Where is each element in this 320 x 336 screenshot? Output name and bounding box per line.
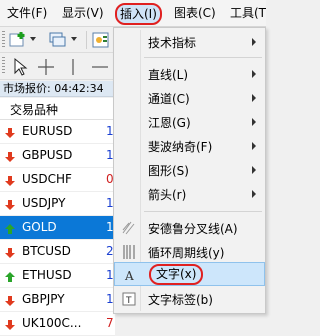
up-arrow-icon xyxy=(5,271,15,282)
menu-item-label: 斐波纳奇(F) xyxy=(148,140,213,154)
market-watch-title: 市场报价: 04:42:34 xyxy=(0,81,115,97)
submenu-arrow-icon xyxy=(252,94,256,102)
toolbar-grip[interactable] xyxy=(2,57,5,75)
submenu-arrow-icon xyxy=(252,70,256,78)
menu-item-indicators[interactable]: 技术指标 xyxy=(114,30,265,54)
market-watch-icon[interactable] xyxy=(92,31,110,49)
profiles-dropdown-icon[interactable] xyxy=(71,36,77,42)
menu-item-label: 文字标签(b) xyxy=(148,293,213,307)
menu-file[interactable]: 文件(F) xyxy=(7,5,47,22)
symbol-name: USDCHF xyxy=(22,172,72,186)
symbol-name: GBPJPY xyxy=(22,292,65,306)
new-chart-icon[interactable] xyxy=(9,31,27,49)
down-arrow-icon xyxy=(5,319,15,330)
menu-item-text-label[interactable]: T 文字标签(b) xyxy=(114,287,265,311)
market-watch-column-header[interactable]: 交易品种 xyxy=(0,98,115,120)
text-label-icon: T xyxy=(122,292,136,306)
menu-item-fibonacci[interactable]: 斐波纳奇(F) xyxy=(114,134,265,158)
submenu-arrow-icon xyxy=(252,118,256,126)
cursor-icon[interactable] xyxy=(9,57,29,77)
down-arrow-icon xyxy=(5,199,15,210)
menu-tools[interactable]: 工具(T xyxy=(230,5,266,22)
market-watch-row[interactable]: ETHUSD 1 xyxy=(0,264,115,287)
menu-insert[interactable]: 插入(I) xyxy=(115,3,162,25)
svg-text:A: A xyxy=(124,269,134,282)
market-watch-row[interactable]: UK100C... 7 xyxy=(0,312,115,335)
down-arrow-icon xyxy=(5,295,15,306)
menu-item-label: 直线(L) xyxy=(148,68,189,82)
symbol-name: UK100C... xyxy=(22,316,82,330)
submenu-arrow-icon xyxy=(252,190,256,198)
menu-item-gann[interactable]: 江恩(G) xyxy=(114,110,265,134)
andrews-pitchfork-icon xyxy=(122,221,136,235)
menu-item-cycle-lines[interactable]: 循环周期线(y) xyxy=(114,240,265,264)
menu-item-text[interactable]: A 文字(x) xyxy=(114,262,265,286)
menu-item-label: 技术指标 xyxy=(148,36,197,50)
symbol-name: USDJPY xyxy=(22,196,66,210)
new-chart-dropdown-icon[interactable] xyxy=(30,36,36,42)
menu-separator xyxy=(144,211,262,212)
down-arrow-icon xyxy=(5,247,15,258)
menu-charts[interactable]: 图表(C) xyxy=(174,5,216,22)
menu-item-label: 江恩(G) xyxy=(148,116,191,130)
menu-item-arrows[interactable]: 箭头(r) xyxy=(114,182,265,206)
down-arrow-icon xyxy=(5,175,15,186)
menu-item-label: 循环周期线(y) xyxy=(148,246,225,260)
symbol-name: GBPUSD xyxy=(22,148,73,162)
menu-item-andrews-pitchfork[interactable]: 安德鲁分叉线(A) xyxy=(114,216,265,240)
market-watch-row[interactable]: EURUSD 1 xyxy=(0,120,115,143)
insert-menu: 技术指标 直线(L) 通道(C) 江恩(G) 斐波纳奇(F) 图形(S) 箭头(… xyxy=(113,27,266,314)
menu-separator xyxy=(144,57,262,58)
submenu-arrow-icon xyxy=(252,38,256,46)
symbol-name: EURUSD xyxy=(22,124,73,138)
down-arrow-icon xyxy=(5,127,15,138)
submenu-arrow-icon xyxy=(252,166,256,174)
market-watch-row[interactable]: GBPJPY 1 xyxy=(0,288,115,311)
menu-view[interactable]: 显示(V) xyxy=(62,5,104,22)
menu-bar: 文件(F) 显示(V) 插入(I) 图表(C) 工具(T xyxy=(0,0,266,27)
market-watch-row[interactable]: USDCHF 0 xyxy=(0,168,115,191)
symbol-name: BTCUSD xyxy=(22,244,71,258)
symbol-name: ETHUSD xyxy=(22,268,72,282)
profiles-icon[interactable] xyxy=(48,31,68,49)
toolbar-separator xyxy=(86,31,87,49)
symbol-column-label: 交易品种 xyxy=(10,103,59,117)
crosshair-icon[interactable] xyxy=(36,57,56,77)
menu-item-label: 箭头(r) xyxy=(148,188,187,202)
svg-text:T: T xyxy=(125,296,132,306)
cycle-lines-icon xyxy=(122,245,136,259)
menu-item-label: 通道(C) xyxy=(148,92,190,106)
menu-item-channels[interactable]: 通道(C) xyxy=(114,86,265,110)
symbol-name: GOLD xyxy=(22,220,57,234)
submenu-arrow-icon xyxy=(252,142,256,150)
market-watch-row[interactable]: USDJPY 1 xyxy=(0,192,115,215)
bid-value: 7 xyxy=(106,316,114,330)
horizontal-line-icon[interactable] xyxy=(90,57,110,77)
vertical-line-icon[interactable] xyxy=(63,57,83,77)
menu-item-lines[interactable]: 直线(L) xyxy=(114,62,265,86)
menu-item-label: 文字(x) xyxy=(149,264,204,285)
menu-item-label: 图形(S) xyxy=(148,164,189,178)
down-arrow-icon xyxy=(5,151,15,162)
market-watch-row[interactable]: BTCUSD 2 xyxy=(0,240,115,263)
market-watch-row[interactable]: GOLD 1 xyxy=(0,216,115,239)
up-arrow-icon xyxy=(5,223,15,234)
menu-item-shapes[interactable]: 图形(S) xyxy=(114,158,265,182)
text-icon: A xyxy=(123,268,137,283)
toolbar-grip[interactable] xyxy=(2,31,5,49)
market-watch-row[interactable]: GBPUSD 1 xyxy=(0,144,115,167)
menu-item-label: 安德鲁分叉线(A) xyxy=(148,222,238,236)
